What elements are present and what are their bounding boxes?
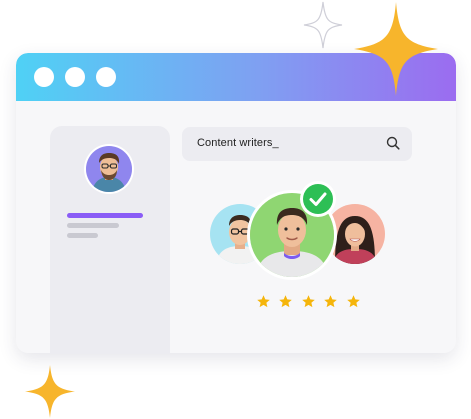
profile-name-bar xyxy=(67,213,143,218)
star-icon xyxy=(346,294,361,309)
rating-stars xyxy=(256,294,364,310)
star-icon xyxy=(256,294,271,309)
star-icon xyxy=(278,294,293,309)
profile-avatar[interactable] xyxy=(86,146,132,192)
search-icon[interactable] xyxy=(386,136,400,155)
search-input[interactable]: Content writers_ xyxy=(182,127,412,161)
search-query-text: Content writers_ xyxy=(197,137,279,149)
candidate-avatar-smiling[interactable] xyxy=(325,204,385,264)
window-control-dot[interactable] xyxy=(96,67,116,87)
profile-detail-bar xyxy=(67,223,119,228)
window-control-dot[interactable] xyxy=(34,67,54,87)
selected-check-icon xyxy=(303,184,333,214)
star-icon xyxy=(301,294,316,309)
profile-detail-bar xyxy=(67,233,98,238)
star-icon xyxy=(323,294,338,309)
sparkle-gold-small-icon xyxy=(24,364,76,419)
profile-sidebar xyxy=(50,126,170,354)
sparkle-outline-icon xyxy=(302,0,344,50)
window-control-dot[interactable] xyxy=(65,67,85,87)
sparkle-gold-icon xyxy=(352,0,440,98)
